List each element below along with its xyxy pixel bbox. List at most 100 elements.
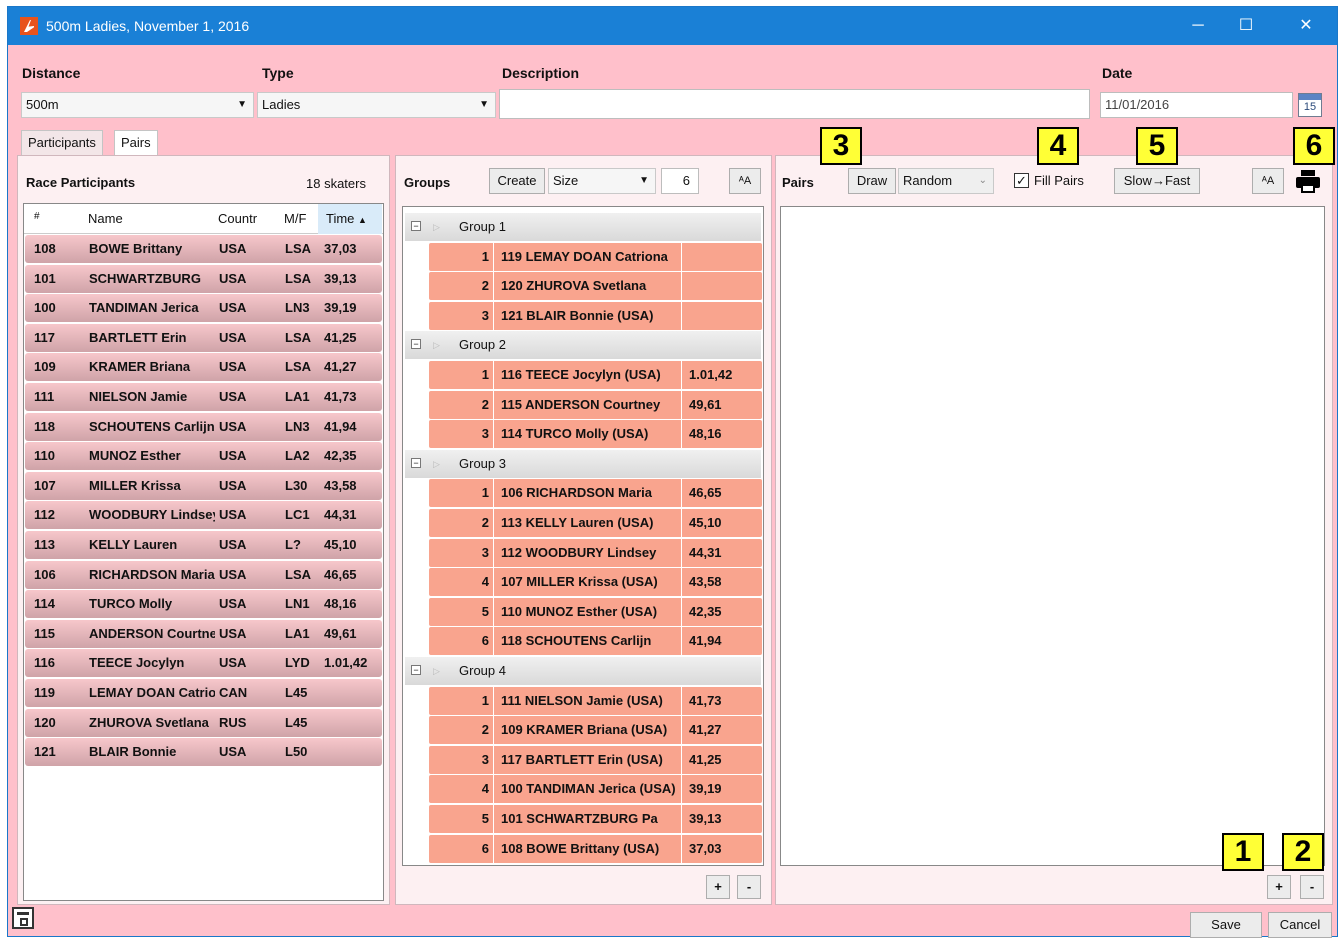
group-size-input[interactable]: 6 (661, 168, 699, 194)
maximize-button[interactable]: ☐ (1226, 13, 1266, 39)
description-input[interactable] (499, 89, 1090, 119)
group-header[interactable]: − ▷ Group 1 (405, 213, 761, 241)
participant-category: L30 (285, 477, 308, 493)
participant-row[interactable]: 100 TANDIMAN Jerica USA LN3 39,19 (25, 294, 382, 323)
group-skater-row[interactable]: 6 108 BOWE Brittany (USA) 37,03 (429, 834, 762, 863)
skater-position: 1 (481, 485, 489, 501)
type-select[interactable]: Ladies ▼ (257, 92, 496, 118)
tab-pairs[interactable]: Pairs (114, 130, 158, 156)
tab-participants[interactable]: Participants (21, 130, 103, 156)
group-skater-row[interactable]: 1 111 NIELSON Jamie (USA) 41,73 (429, 686, 762, 715)
add-group-button[interactable]: + (706, 875, 730, 899)
group-header[interactable]: − ▷ Group 4 (405, 657, 761, 685)
fill-pairs-checkbox[interactable]: ✓ (1014, 173, 1029, 188)
group-skater-row[interactable]: 1 116 TEECE Jocylyn (USA) 1.01,42 (429, 361, 762, 389)
cell-divider (681, 272, 682, 301)
participant-row[interactable]: 116 TEECE Jocylyn USA LYD 1.01,42 (25, 649, 382, 678)
participants-grid[interactable]: # Name Countr M/F Time ▲ 108 BOWE Brittan… (23, 203, 384, 901)
group-skater-row[interactable]: 3 117 BARTLETT Erin (USA) 41,25 (429, 745, 762, 774)
collapse-icon[interactable]: − (411, 457, 421, 468)
group-skater-row[interactable]: 2 115 ANDERSON Courtney 49,61 (429, 390, 762, 419)
participant-row[interactable]: 115 ANDERSON Courtney USA LA1 49,61 (25, 619, 382, 648)
col-country[interactable]: Countr (218, 211, 270, 226)
participant-row[interactable]: 114 TURCO Molly USA LN1 48,16 (25, 590, 382, 619)
group-skater-row[interactable]: 5 110 MUNOZ Esther (USA) 42,35 (429, 597, 762, 626)
group-size-select[interactable]: Size ▼ (548, 168, 656, 194)
pairs-list[interactable] (780, 206, 1325, 866)
fill-pairs-label: Fill Pairs (1034, 173, 1084, 188)
participant-row[interactable]: 108 BOWE Brittany USA LSA 37,03 (25, 235, 382, 263)
group-header[interactable]: − ▷ Group 3 (405, 449, 761, 478)
collapse-icon[interactable]: − (411, 221, 421, 231)
checkmark-icon: ✓ (1016, 173, 1027, 188)
participant-row[interactable]: 121 BLAIR Bonnie USA L50 (25, 738, 382, 767)
participant-number: 116 (34, 655, 55, 671)
group-skater-row[interactable]: 3 121 BLAIR Bonnie (USA) (429, 301, 762, 330)
participant-row[interactable]: 118 SCHOUTENS Carlijn USA LN3 41,94 (25, 412, 382, 441)
participant-row[interactable]: 113 KELLY Lauren USA L? 45,10 (25, 531, 382, 559)
popout-icon[interactable] (12, 907, 34, 929)
skater-label: 116 TEECE Jocylyn (USA) (501, 367, 661, 382)
group-skater-row[interactable]: 2 113 KELLY Lauren (USA) 45,10 (429, 509, 762, 537)
draw-mode-select[interactable]: Random ⌄ (898, 168, 994, 194)
participant-time: 41,94 (324, 418, 357, 434)
cell-divider (681, 301, 682, 330)
group-skater-row[interactable]: 3 114 TURCO Molly (USA) 48,16 (429, 420, 762, 449)
participant-country: USA (219, 625, 247, 641)
collapse-icon[interactable]: − (411, 665, 421, 675)
participant-row[interactable]: 117 BARTLETT Erin USA LSA 41,25 (25, 323, 382, 352)
groups-font-size-button[interactable]: ᴬA (729, 168, 761, 194)
print-icon[interactable] (1295, 170, 1321, 194)
pairs-font-size-button[interactable]: ᴬA (1252, 168, 1284, 194)
group-skater-row[interactable]: 3 112 WOODBURY Lindsey 44,31 (429, 538, 762, 567)
close-button[interactable]: ✕ (1286, 13, 1326, 39)
participant-number: 115 (34, 625, 55, 641)
participant-row[interactable]: 106 RICHARDSON Maria USA LSA 46,65 (25, 560, 382, 589)
save-button[interactable]: Save (1190, 912, 1262, 938)
group-skater-row[interactable]: 5 101 SCHWARTZBURG Pa 39,13 (429, 805, 762, 833)
participant-row[interactable]: 109 KRAMER Briana USA LSA 41,27 (25, 353, 382, 382)
participant-category: L50 (285, 744, 308, 760)
participant-row[interactable]: 101 SCHWARTZBURG USA LSA 39,13 (25, 264, 382, 293)
group-skater-row[interactable]: 4 100 TANDIMAN Jerica (USA) 39,19 (429, 775, 762, 804)
col-time[interactable]: Time ▲ (318, 204, 382, 234)
participant-row[interactable]: 107 MILLER Krissa USA L30 43,58 (25, 471, 382, 500)
col-number[interactable]: # (34, 211, 40, 222)
skater-position: 6 (481, 633, 489, 649)
date-input[interactable]: 11/01/2016 (1100, 92, 1293, 118)
group-skater-row[interactable]: 1 119 LEMAY DOAN Catriona (429, 242, 762, 271)
group-skater-row[interactable]: 6 118 SCHOUTENS Carlijn 41,94 (429, 627, 762, 656)
group-skater-row[interactable]: 1 106 RICHARDSON Maria 46,65 (429, 479, 762, 508)
draw-pairs-button[interactable]: Draw (848, 168, 896, 194)
create-groups-button[interactable]: Create (489, 168, 545, 194)
cell-divider (493, 361, 494, 389)
col-category[interactable]: M/F (284, 211, 314, 226)
group-skater-row[interactable]: 2 120 ZHUROVA Svetlana (429, 272, 762, 301)
distance-select[interactable]: 500m ▼ (21, 92, 254, 118)
add-pair-button[interactable]: + (1267, 875, 1291, 899)
col-name[interactable]: Name (88, 211, 123, 226)
group-header[interactable]: − ▷ Group 2 (405, 331, 761, 360)
minimize-button[interactable]: ─ (1178, 13, 1218, 39)
participant-row[interactable]: 112 WOODBURY Lindsey USA LC1 44,31 (25, 501, 382, 530)
participant-number: 101 (34, 270, 56, 286)
remove-pair-button[interactable]: - (1300, 875, 1324, 899)
participant-row[interactable]: 110 MUNOZ Esther USA LA2 42,35 (25, 442, 382, 471)
calendar-icon[interactable]: 15 (1298, 93, 1322, 117)
participant-time: 41,73 (324, 389, 357, 404)
participant-row[interactable]: 111 NIELSON Jamie USA LA1 41,73 (25, 383, 382, 411)
participant-number: 107 (34, 477, 56, 493)
remove-group-button[interactable]: - (737, 875, 761, 899)
participant-number: 109 (34, 359, 56, 375)
order-slow-fast-button[interactable]: Slow→Fast (1114, 168, 1200, 194)
group-skater-row[interactable]: 2 109 KRAMER Briana (USA) 41,27 (429, 716, 762, 745)
collapse-icon[interactable]: − (411, 339, 421, 350)
participant-country: USA (219, 300, 247, 316)
group-skater-row[interactable]: 4 107 MILLER Krissa (USA) 43,58 (429, 568, 762, 597)
participant-row[interactable]: 119 LEMAY DOAN Catriona CAN L45 (25, 679, 382, 707)
participant-row[interactable]: 120 ZHUROVA Svetlana RUS L45 (25, 708, 382, 737)
cancel-button[interactable]: Cancel (1268, 912, 1332, 938)
participant-category: LSA (285, 241, 311, 256)
participant-time: 49,61 (324, 625, 357, 641)
groups-tree[interactable]: − ▷ Group 1 1 119 LEMAY DOAN Catriona 2 120 ZH… (402, 206, 764, 866)
